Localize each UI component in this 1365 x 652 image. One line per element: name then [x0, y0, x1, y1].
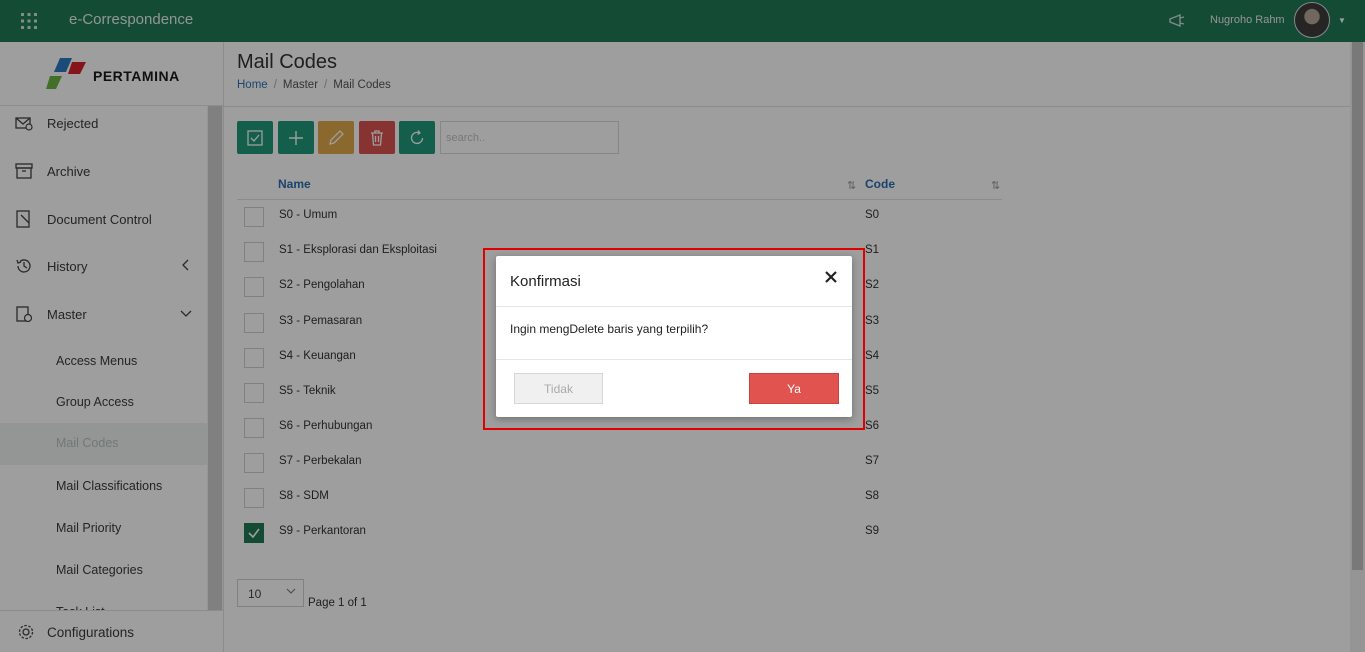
- cancel-button[interactable]: Tidak: [514, 373, 603, 404]
- dialog-divider: [496, 306, 852, 307]
- confirm-dialog: Konfirmasi Ingin mengDelete baris yang t…: [496, 256, 852, 417]
- dialog-divider: [496, 359, 852, 360]
- confirm-button[interactable]: Ya: [749, 373, 839, 404]
- dialog-title: Konfirmasi: [510, 273, 581, 290]
- close-icon[interactable]: [822, 268, 840, 286]
- dialog-message: Ingin mengDelete baris yang terpilih?: [510, 322, 709, 336]
